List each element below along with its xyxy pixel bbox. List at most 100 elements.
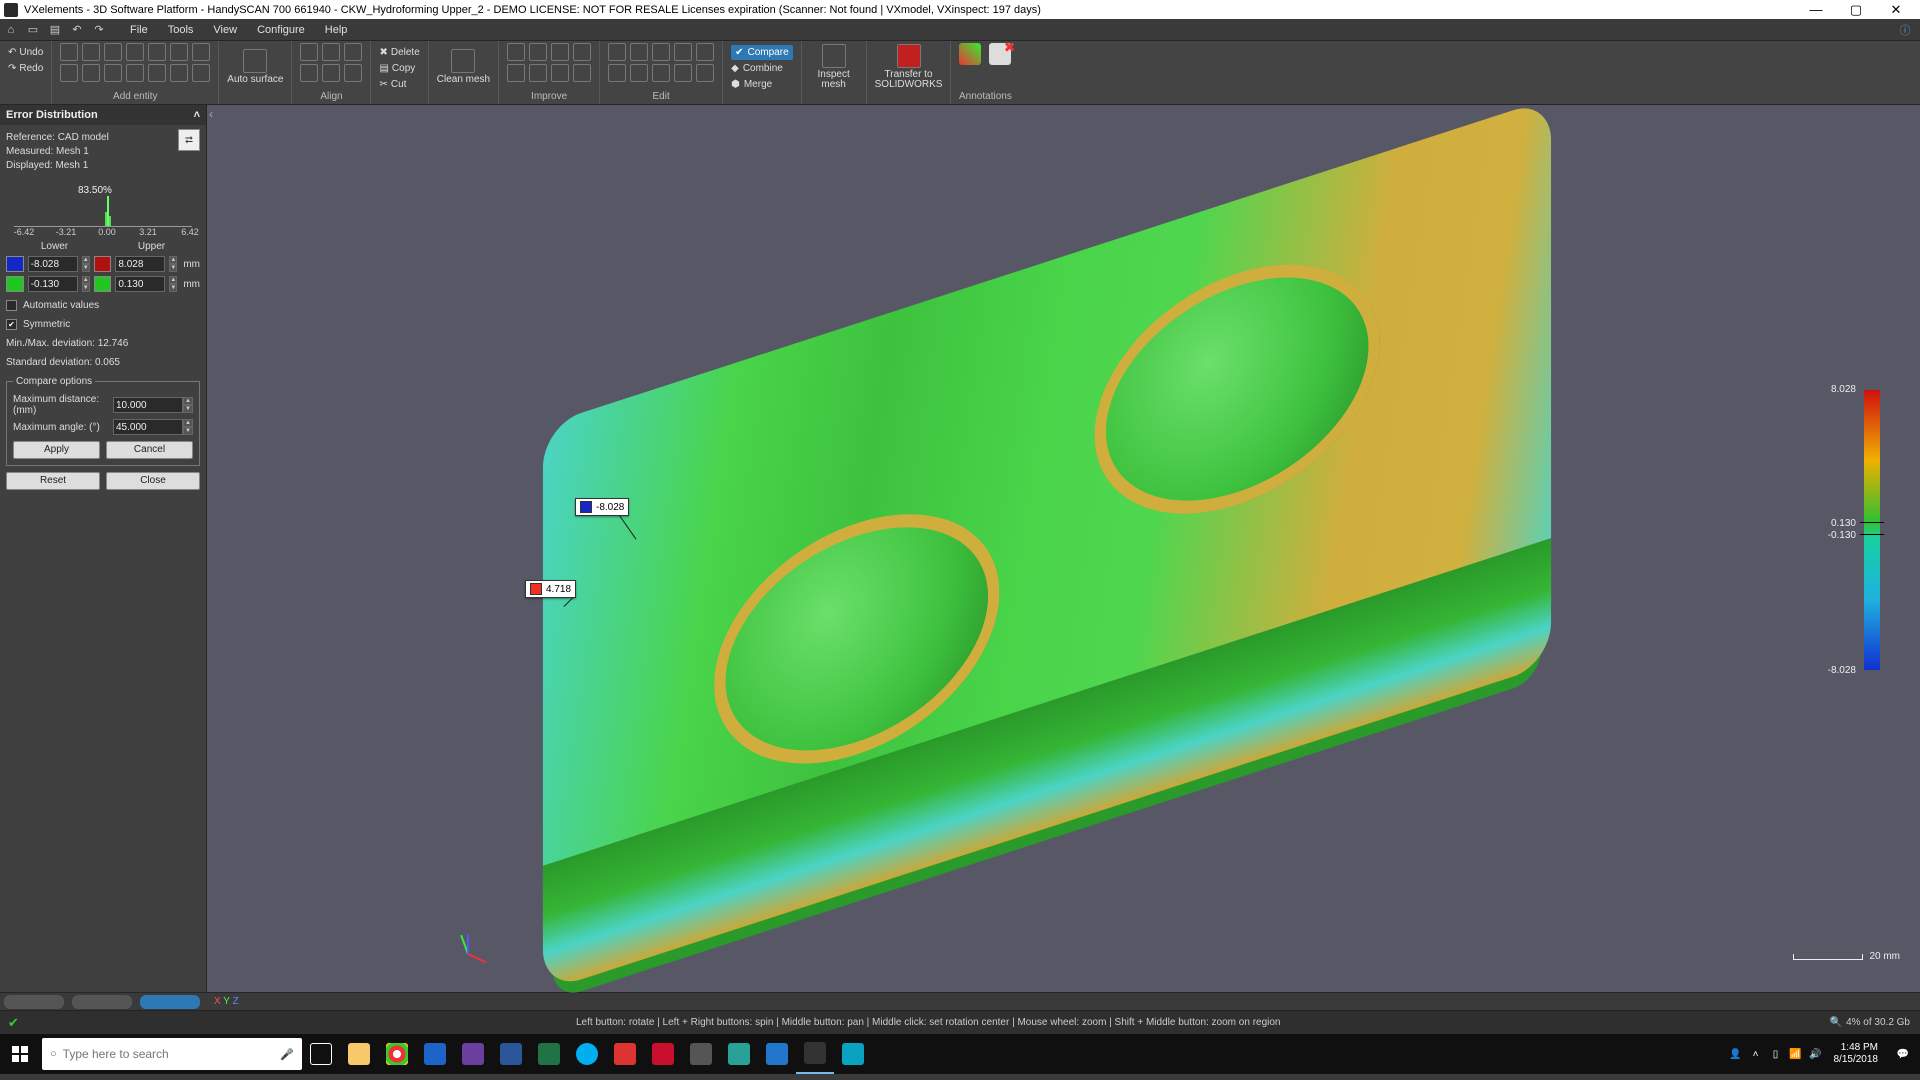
improve-2-icon[interactable]: [529, 43, 547, 61]
max-angle-input[interactable]: [113, 419, 183, 435]
taskbar-search[interactable]: ○ 🎤: [42, 1038, 302, 1070]
improve-3-icon[interactable]: [551, 43, 569, 61]
edit-9-icon[interactable]: [674, 64, 692, 82]
annotation-callout-1[interactable]: -8.028: [575, 498, 629, 516]
swap-ref-meas-button[interactable]: ⮂: [178, 129, 200, 151]
inspect-mesh-button[interactable]: Inspectmesh: [810, 43, 858, 91]
menu-tools[interactable]: Tools: [158, 19, 204, 41]
lower-inner-spinner[interactable]: ▲▼: [82, 276, 90, 292]
symmetric-checkbox[interactable]: ✔Symmetric: [6, 319, 200, 330]
info-icon[interactable]: ⓘ: [1894, 22, 1916, 38]
tray-volume-icon[interactable]: 🔊: [1806, 1049, 1826, 1060]
auto-surface-button[interactable]: Auto surface: [227, 43, 283, 91]
merge-button[interactable]: ⬢ Merge: [731, 77, 793, 92]
improve-1-icon[interactable]: [507, 43, 525, 61]
annotation-del-icon[interactable]: ✖: [989, 43, 1011, 65]
tb-chrome[interactable]: [378, 1034, 416, 1074]
entity-arc-icon[interactable]: [82, 43, 100, 61]
viewport[interactable]: ‹ -8.028 4.718 8.028 0.130 -0.130: [207, 105, 1920, 992]
edit-2-icon[interactable]: [630, 43, 648, 61]
tray-battery-icon[interactable]: ▯: [1766, 1049, 1786, 1060]
edit-1-icon[interactable]: [608, 43, 626, 61]
delete-button[interactable]: ✖ Delete: [379, 45, 419, 60]
improve-5-icon[interactable]: [507, 64, 525, 82]
max-angle-spinner[interactable]: ▲▼: [183, 419, 193, 435]
max-distance-input[interactable]: [113, 397, 183, 413]
combine-button[interactable]: ◆ Combine: [731, 61, 793, 76]
automatic-values-checkbox[interactable]: Automatic values: [6, 300, 200, 311]
tb-app-p[interactable]: [834, 1034, 872, 1074]
improve-8-icon[interactable]: [573, 64, 591, 82]
edit-3-icon[interactable]: [652, 43, 670, 61]
entity-point-icon[interactable]: [170, 64, 188, 82]
cut-button[interactable]: ✂ Cut: [379, 77, 419, 92]
tb-excel[interactable]: [530, 1034, 568, 1074]
copy-button[interactable]: ▤ Copy: [379, 61, 419, 76]
tb-app-red[interactable]: [606, 1034, 644, 1074]
tb-explorer[interactable]: [340, 1034, 378, 1074]
align-3-icon[interactable]: [344, 43, 362, 61]
entity-sphere-icon[interactable]: [126, 64, 144, 82]
maximize-button[interactable]: ▢: [1836, 0, 1876, 19]
tb-skype[interactable]: [568, 1034, 606, 1074]
close-panel-button[interactable]: Close: [106, 472, 200, 490]
tray-chevron-up-icon[interactable]: ˄: [1746, 1049, 1766, 1060]
tray-people-icon[interactable]: 👤: [1726, 1049, 1746, 1060]
edit-10-icon[interactable]: [696, 64, 714, 82]
new-icon[interactable]: ▭: [22, 19, 44, 41]
edit-4-icon[interactable]: [674, 43, 692, 61]
upper-outer-spinner[interactable]: ▲▼: [169, 256, 177, 272]
improve-7-icon[interactable]: [551, 64, 569, 82]
entity-torus-icon[interactable]: [148, 64, 166, 82]
entity-curve-icon[interactable]: [192, 64, 210, 82]
lower-inner-swatch[interactable]: [6, 276, 24, 292]
upper-outer-swatch[interactable]: [94, 256, 112, 272]
upper-inner-spinner[interactable]: ▲▼: [169, 276, 177, 292]
cancel-button[interactable]: Cancel: [106, 441, 193, 459]
annotation-callout-2[interactable]: 4.718: [525, 580, 576, 598]
edit-6-icon[interactable]: [608, 64, 626, 82]
entity-circle-icon[interactable]: [104, 43, 122, 61]
tb-app-dark[interactable]: [682, 1034, 720, 1074]
save-icon[interactable]: ▤: [44, 19, 66, 41]
redo-icon[interactable]: ↷: [88, 19, 110, 41]
panel-header[interactable]: Error Distribution ˄: [0, 105, 206, 125]
task-view-icon[interactable]: [302, 1034, 340, 1074]
entity-poly-icon[interactable]: [170, 43, 188, 61]
menu-configure[interactable]: Configure: [247, 19, 315, 41]
lower-outer-swatch[interactable]: [6, 256, 24, 272]
upper-inner-swatch[interactable]: [94, 276, 112, 292]
menu-help[interactable]: Help: [315, 19, 358, 41]
redo-button[interactable]: ↷ Redo: [8, 61, 43, 76]
edit-7-icon[interactable]: [630, 64, 648, 82]
align-4-icon[interactable]: [300, 64, 318, 82]
notifications-icon[interactable]: 💬: [1886, 1049, 1920, 1060]
panel-btn-3[interactable]: [140, 995, 200, 1009]
align-1-icon[interactable]: [300, 43, 318, 61]
tb-app-teal[interactable]: [720, 1034, 758, 1074]
edit-5-icon[interactable]: [696, 43, 714, 61]
entity-slot-icon[interactable]: [126, 43, 144, 61]
improve-4-icon[interactable]: [573, 43, 591, 61]
annotation-add-icon[interactable]: [959, 43, 981, 65]
lower-inner-input[interactable]: [28, 276, 78, 292]
menu-file[interactable]: File: [120, 19, 158, 41]
start-button[interactable]: [0, 1034, 40, 1074]
lower-outer-input[interactable]: [28, 256, 78, 272]
tb-app-blue[interactable]: [758, 1034, 796, 1074]
edit-8-icon[interactable]: [652, 64, 670, 82]
align-6-icon[interactable]: [344, 64, 362, 82]
home-icon[interactable]: ⌂: [0, 19, 22, 41]
panel-btn-2[interactable]: [72, 995, 132, 1009]
apply-button[interactable]: Apply: [13, 441, 100, 459]
entity-line-icon[interactable]: [60, 43, 78, 61]
lower-outer-spinner[interactable]: ▲▼: [82, 256, 90, 272]
upper-outer-input[interactable]: [115, 256, 165, 272]
upper-inner-input[interactable]: [115, 276, 165, 292]
minimize-button[interactable]: —: [1796, 0, 1836, 19]
undo-button[interactable]: ↶ Undo: [8, 45, 43, 60]
search-input[interactable]: [63, 1047, 281, 1061]
transfer-solidworks-button[interactable]: Transfer toSOLIDWORKS: [875, 43, 943, 91]
menu-view[interactable]: View: [203, 19, 247, 41]
align-5-icon[interactable]: [322, 64, 340, 82]
